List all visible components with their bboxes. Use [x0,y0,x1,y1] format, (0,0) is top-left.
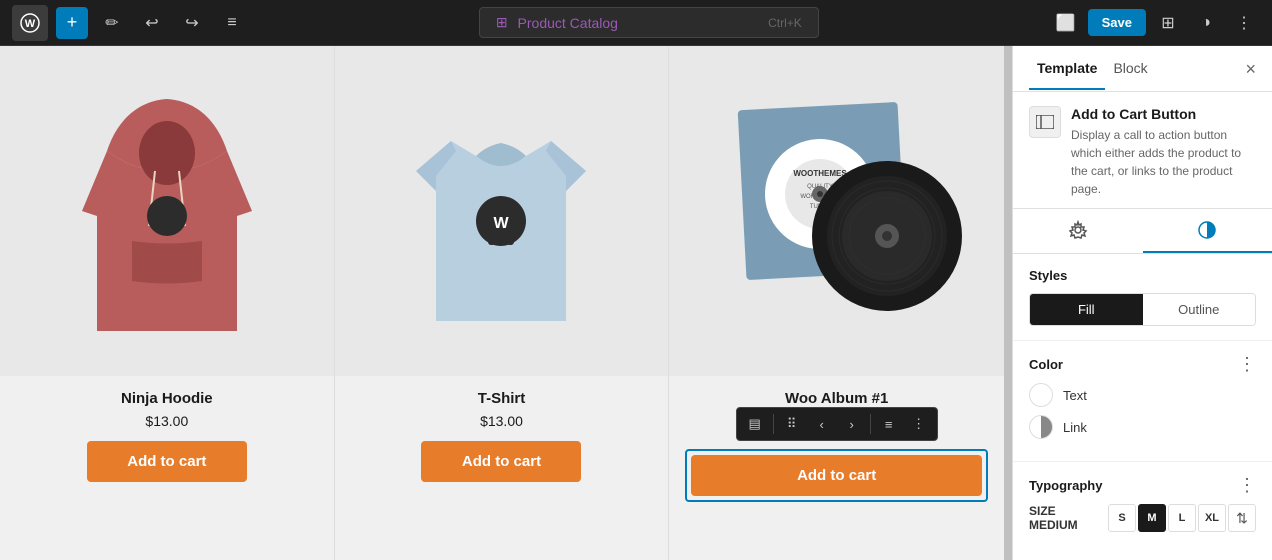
topbar-center: ⊞ Product Catalog Ctrl+K [256,7,1042,38]
block-toolbar-right-btn[interactable]: › [838,410,866,438]
undo-button[interactable]: ↩ [136,7,168,39]
size-l-button[interactable]: L [1168,504,1196,532]
typography-more-button[interactable]: ⋮ [1238,476,1256,494]
product-price-tshirt: $13.00 [480,413,523,429]
topbar-right: ⬜ Save ⊞ ◑ ⋮ [1050,7,1260,39]
typography-section-header: Typography ⋮ [1029,476,1256,494]
sidebar-header: Template Block × [1013,46,1272,92]
size-m-button[interactable]: M [1138,504,1166,532]
add-to-cart-block-icon [1029,106,1061,138]
block-toolbar-drag-btn[interactable]: ⠿ [778,410,806,438]
sidebar-icon-tabs [1013,209,1272,254]
album-image: WOOTHEMES QUALITY WORDPRESS TUNES [712,66,962,356]
tab-block[interactable]: Block [1105,48,1155,90]
sidebar-block-icon-row: Add to Cart Button Display a call to act… [1029,106,1256,198]
add-to-cart-button-woo-album[interactable]: Add to cart [691,455,982,496]
typography-section: Typography ⋮ SIZE MEDIUM S M L XL ⇅ [1013,462,1272,540]
svg-text:WOOTHEMES: WOOTHEMES [793,169,847,178]
save-button[interactable]: Save [1088,9,1146,36]
link-color-row: Link [1029,415,1256,439]
add-to-cart-selected-wrap: Add to cart [685,449,988,502]
product-title-tshirt: T-Shirt [478,390,526,407]
product-card-tshirt: W T-Shirt $13.00 Add to cart [335,46,670,560]
svg-text:W: W [494,215,510,232]
block-toolbar-align-btn[interactable]: ≡ [875,410,903,438]
link-color-swatch[interactable] [1029,415,1053,439]
sidebar-block-info-text: Add to Cart Button Display a call to act… [1071,106,1256,198]
tab-template[interactable]: Template [1029,48,1105,90]
size-s-button[interactable]: S [1108,504,1136,532]
styles-section-title: Styles [1029,268,1256,283]
topbar: W + ✏ ↩ ↪ ≡ ⊞ Product Catalog Ctrl+K ⬜ S… [0,0,1272,46]
product-image-woo-album: WOOTHEMES QUALITY WORDPRESS TUNES [669,46,1004,376]
layout-button[interactable]: ⊞ [1152,7,1184,39]
block-desc-label: Display a call to action button which ei… [1071,126,1256,198]
add-block-button[interactable]: + [56,7,88,39]
size-custom-button[interactable]: ⇅ [1228,504,1256,532]
color-section-header: Color ⋮ [1029,355,1256,373]
product-card-ninja-hoodie: Ninja Hoodie $13.00 Add to cart [0,46,335,560]
block-toolbar-left-btn[interactable]: ‹ [808,410,836,438]
block-toolbar-layout-btn[interactable]: ▤ [741,410,769,438]
pencil-icon-button[interactable]: ✏ [96,7,128,39]
color-section: Color ⋮ Text Link [1013,341,1272,462]
text-color-label: Text [1063,388,1087,403]
fill-style-button[interactable]: Fill [1030,294,1143,325]
product-title-ninja-hoodie: Ninja Hoodie [121,390,213,407]
sidebar: Template Block × Add to Cart Button Disp… [1012,46,1272,560]
svg-text:W: W [25,18,36,30]
search-bar[interactable]: ⊞ Product Catalog Ctrl+K [479,7,819,38]
wp-logo-button[interactable]: W [12,5,48,41]
size-controls: S M L XL ⇅ [1108,504,1256,532]
hoodie-image [67,71,267,351]
block-toolbar-divider-1 [773,414,774,434]
settings-gear-icon [1068,220,1088,240]
redo-button[interactable]: ↪ [176,7,208,39]
product-grid: Ninja Hoodie $13.00 Add to cart [0,46,1004,560]
size-label: SIZE MEDIUM [1029,504,1108,532]
block-toolbar-divider-2 [870,414,871,434]
product-price-ninja-hoodie: $13.00 [145,413,188,429]
size-key: SIZE [1029,504,1056,518]
color-section-title: Color [1029,357,1063,372]
search-shortcut: Ctrl+K [768,16,802,30]
typography-section-title: Typography [1029,478,1102,493]
size-xl-button[interactable]: XL [1198,504,1226,532]
block-toolbar-more-btn[interactable]: ⋮ [905,410,933,438]
sidebar-close-button[interactable]: × [1245,60,1256,78]
sidebar-block-info: Add to Cart Button Display a call to act… [1013,92,1272,209]
desktop-view-button[interactable]: ⬜ [1050,7,1082,39]
text-color-swatch[interactable] [1029,383,1053,407]
link-color-label: Link [1063,420,1087,435]
list-view-button[interactable]: ≡ [216,7,248,39]
product-card-woo-album: WOOTHEMES QUALITY WORDPRESS TUNES [669,46,1004,560]
size-row: SIZE MEDIUM S M L XL ⇅ [1029,504,1256,532]
styles-icon-tab[interactable] [1143,209,1272,253]
color-more-button[interactable]: ⋮ [1238,355,1256,373]
scrollbar[interactable] [1004,46,1012,560]
add-to-cart-button-tshirt[interactable]: Add to cart [421,441,581,482]
search-bar-title: Product Catalog [518,15,618,31]
size-value: MEDIUM [1029,518,1078,532]
canvas: Ninja Hoodie $13.00 Add to cart [0,46,1004,560]
search-bar-template-icon: ⊞ [496,14,508,31]
product-title-woo-album: Woo Album #1 [785,390,888,407]
style-buttons-group: Fill Outline [1029,293,1256,326]
cart-icon [1036,115,1054,129]
block-toolbar: ▤ ⠿ ‹ › ≡ ⋮ [736,407,938,441]
product-image-ninja-hoodie [0,46,334,376]
main-area: Ninja Hoodie $13.00 Add to cart [0,46,1272,560]
add-to-cart-button-ninja-hoodie[interactable]: Add to cart [87,441,247,482]
tshirt-image: W [401,71,601,351]
more-options-button[interactable]: ⋮ [1228,7,1260,39]
styles-section: Styles Fill Outline [1013,254,1272,341]
settings-icon-tab[interactable] [1013,209,1143,253]
outline-style-button[interactable]: Outline [1143,294,1256,325]
block-name-label: Add to Cart Button [1071,106,1256,122]
styles-halfcircle-icon [1197,220,1217,240]
contrast-button[interactable]: ◑ [1190,7,1222,39]
product-image-tshirt: W [335,46,669,376]
text-color-row: Text [1029,383,1256,407]
